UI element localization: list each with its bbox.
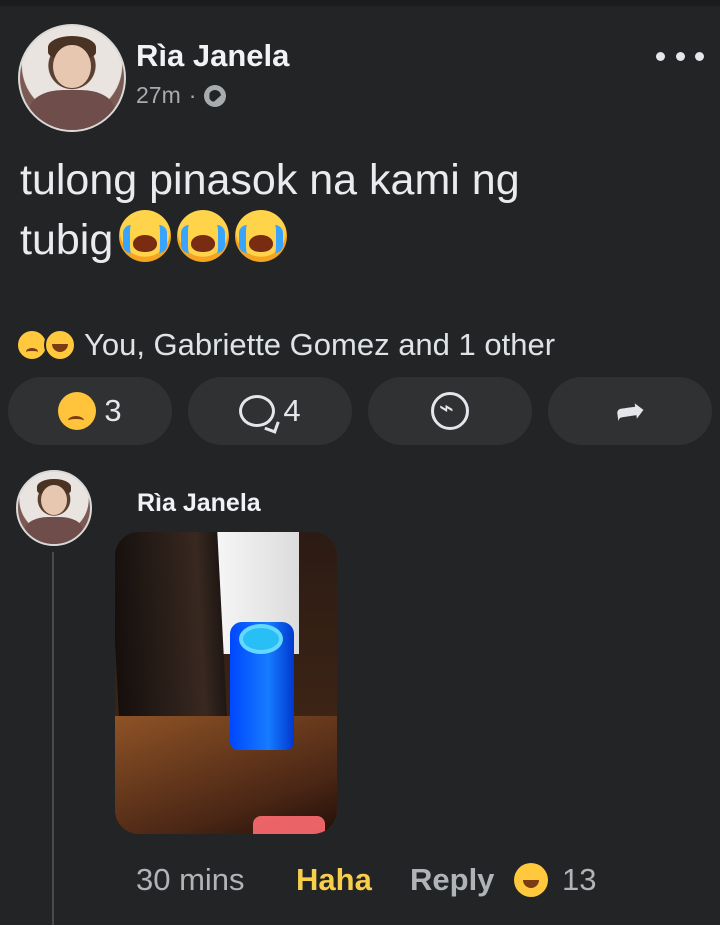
- avatar-shirt: [30, 90, 114, 130]
- comment-reaction-count: 13: [562, 862, 597, 897]
- more-dot: [675, 51, 685, 61]
- more-dot: [656, 51, 665, 61]
- container-cap: [239, 624, 283, 654]
- comment-button[interactable]: 4: [188, 377, 352, 445]
- post-author-avatar[interactable]: [18, 24, 126, 132]
- haha-reaction-icon: [514, 863, 548, 897]
- reply-button[interactable]: Reply: [410, 862, 514, 898]
- reaction-button[interactable]: 3: [8, 377, 172, 445]
- comment-icon: [239, 395, 276, 427]
- messenger-button[interactable]: [368, 377, 532, 445]
- messenger-icon: [431, 392, 469, 430]
- avatar-face: [41, 484, 67, 516]
- reaction-summary-text: You, Gabriette Gomez and 1 other: [84, 327, 556, 362]
- more-options-icon[interactable]: [656, 46, 704, 66]
- globe-icon: [204, 84, 227, 107]
- share-button[interactable]: ➦: [548, 377, 712, 445]
- comment-count: 4: [283, 393, 301, 428]
- top-divider: [0, 0, 720, 6]
- crying-face-icon: [119, 210, 172, 262]
- comment-thread-line: [52, 552, 54, 925]
- share-icon: ➦: [612, 388, 648, 433]
- post-text-line-1: tulong pinasok na kami ng: [20, 156, 520, 204]
- meta-separator: ·: [188, 82, 197, 108]
- avatar-face: [53, 44, 91, 89]
- post-text: tulong pinasok na kami ng tubig: [20, 150, 660, 270]
- comment-author-name[interactable]: Rìa Janela: [137, 489, 261, 518]
- comment-time: 30 mins: [136, 862, 245, 897]
- reaction-count: 3: [104, 393, 122, 428]
- sad-reaction-icon: [58, 392, 97, 430]
- avatar-shirt: [25, 516, 83, 544]
- post-text-line-2: tubig: [20, 216, 114, 264]
- more-dot: [695, 51, 704, 61]
- floor-reflection: [253, 816, 325, 834]
- crying-face-icon: [177, 210, 230, 262]
- post-time: 27m: [136, 82, 181, 108]
- post-action-bar: 3 4 ➦: [8, 377, 712, 445]
- post-meta: 27m ·: [136, 82, 227, 109]
- comment-photo[interactable]: [115, 532, 337, 834]
- haha-reaction-icon: [44, 329, 76, 361]
- reaction-summary[interactable]: You, Gabriette Gomez and 1 other: [16, 327, 555, 363]
- post-author-name[interactable]: Rìa Janela: [136, 38, 289, 74]
- comment-footer: 30 mins Haha Reply 13: [136, 862, 596, 898]
- crying-face-icon: [235, 210, 288, 262]
- haha-reaction-button[interactable]: Haha: [296, 862, 410, 898]
- comment-author-avatar[interactable]: [16, 470, 92, 546]
